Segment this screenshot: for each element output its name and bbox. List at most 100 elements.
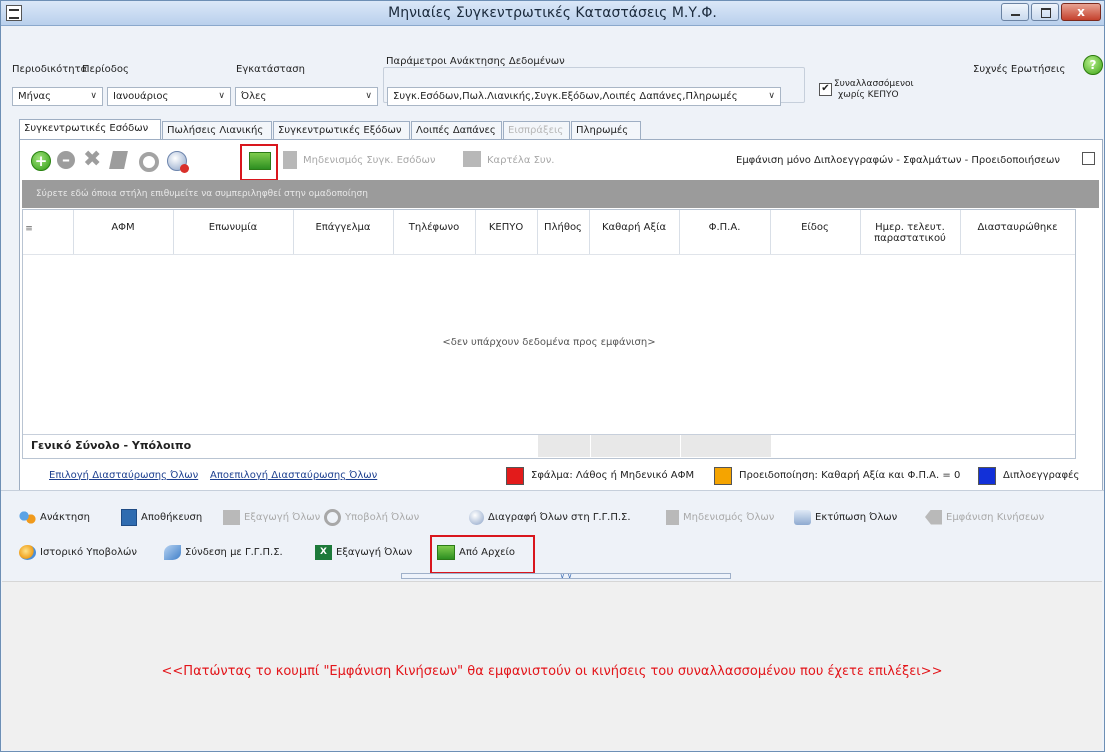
close-button[interactable]: x	[1061, 3, 1101, 21]
card-button: Καρτέλα Συν.	[487, 155, 555, 166]
retrieve-label: Ανάκτηση	[40, 512, 90, 523]
group-drop-area[interactable]: Σύρετε εδώ όποια στήλη επιθυμείτε να συμ…	[22, 180, 1099, 208]
column-net-value[interactable]: Καθαρή Αξία	[589, 222, 679, 233]
installation-label: Εγκατάσταση	[236, 64, 305, 75]
movements-panel: <<Πατώντας το κουμπί "Εμφάνιση Κινήσεων"…	[2, 581, 1102, 750]
column-phone[interactable]: Τηλέφωνο	[393, 222, 475, 233]
column-vat[interactable]: Φ.Π.Α.	[679, 222, 770, 233]
zero-icon	[283, 151, 297, 169]
params-select[interactable]: Συγκ.Εσόδων,Πωλ.Λιανικής,Συγκ.Εξόδων,Λοι…	[387, 87, 781, 106]
submit-all-button: Υποβολή Όλων	[324, 508, 419, 528]
tab-retail-sales[interactable]: Πωλήσεις Λιανικής	[162, 121, 272, 139]
retrieve-icon	[19, 509, 36, 525]
no-kepyo-label-1: Συναλλασσόμενοι	[834, 79, 914, 89]
tab-receipts: Εισπράξεις	[503, 121, 570, 139]
delete-all-button[interactable]: Διαγραφή Όλων στη Γ.Γ.Π.Σ.	[469, 508, 631, 528]
maximize-icon	[1041, 8, 1051, 18]
column-name[interactable]: Επωνυμία	[173, 222, 293, 233]
excel-icon: X	[315, 544, 332, 560]
user-delete-icon	[469, 509, 484, 525]
refresh-icon	[139, 152, 159, 172]
chevron-down-icon: ∨	[90, 91, 97, 101]
main-window: Μηνιαίες Συγκεντρωτικές Καταστάσεις Μ.Υ.…	[0, 0, 1105, 752]
zero-income-button: Μηδενισμός Συγκ. Εσόδων	[303, 155, 436, 166]
minimize-icon	[1011, 14, 1020, 16]
print-all-button[interactable]: Εκτύπωση Όλων	[794, 508, 897, 528]
params-value: Συγκ.Εσόδων,Πωλ.Λιανικής,Συγκ.Εξόδων,Λοι…	[393, 91, 738, 102]
export-all-label: Εξαγωγή Όλων	[244, 512, 321, 523]
column-type[interactable]: Είδος	[770, 222, 860, 233]
chevron-down-icon: ∨	[218, 91, 225, 101]
data-grid: ≡ ΑΦΜ Επωνυμία Επάγγελμα Τηλέφωνο ΚΕΠΥΟ …	[22, 209, 1076, 459]
print-all-label: Εκτύπωση Όλων	[815, 512, 898, 523]
submit-icon	[324, 508, 341, 526]
period-select[interactable]: Ιανουάριος ∨	[107, 87, 231, 106]
column-kepyo[interactable]: ΚΕΠΥΟ	[475, 222, 537, 233]
export-all-button: Εξαγωγή Όλων	[223, 508, 320, 528]
periodicity-label: Περιοδικότητα	[12, 64, 88, 75]
history-label: Ιστορικό Υποβολών	[40, 547, 137, 558]
section-divider	[1, 490, 1104, 491]
select-all-crosscheck-link[interactable]: Επιλογή Διασταύρωσης Όλων	[49, 470, 198, 481]
empty-grid-message: <δεν υπάρχουν δεδομένα προς εμφάνιση>	[442, 337, 656, 348]
column-crosschecked[interactable]: Διασταυρώθηκε	[960, 222, 1075, 233]
column-chooser-icon[interactable]: ≡	[24, 224, 34, 234]
column-last-date-line1: Ημερ. τελευτ.	[875, 222, 945, 233]
delete-all-label: Διαγραφή Όλων στη Γ.Γ.Π.Σ.	[488, 512, 631, 523]
minimize-button[interactable]	[1001, 3, 1029, 21]
legend-warning-label: Προειδοποίηση: Καθαρή Αξία και Φ.Π.Α. = …	[739, 470, 961, 481]
submit-all-label: Υποβολή Όλων	[345, 512, 420, 523]
period-label: Περίοδος	[82, 64, 129, 75]
export-icon	[223, 509, 240, 525]
tab-payments[interactable]: Πληρωμές	[571, 121, 641, 139]
save-button[interactable]: Αποθήκευση	[121, 508, 202, 528]
column-profession[interactable]: Επάγγελμα	[293, 222, 393, 233]
show-movements-label: Εμφάνιση Κινήσεων	[946, 512, 1045, 523]
periodicity-select[interactable]: Μήνας ∨	[12, 87, 103, 106]
legend-warning-swatch	[714, 467, 732, 485]
tab-expense-summary[interactable]: Συγκεντρωτικές Εξόδων	[273, 121, 410, 139]
no-kepyo-checkbox[interactable]: ✔	[819, 83, 832, 96]
installation-select[interactable]: Όλες ∨	[235, 87, 378, 106]
delete-badge-icon	[180, 164, 189, 173]
grand-total-label: Γενικό Σύνολο - Υπόλοιπο	[31, 439, 192, 452]
history-icon	[19, 544, 36, 560]
show-movements-button: Εμφάνιση Κινήσεων	[925, 508, 1044, 528]
title-bar: Μηνιαίες Συγκεντρωτικές Καταστάσεις Μ.Υ.…	[1, 1, 1104, 26]
installation-value: Όλες	[241, 91, 267, 102]
column-count[interactable]: Πλήθος	[537, 222, 589, 233]
legend-duplicates-swatch	[978, 467, 996, 485]
column-last-date-line2: παραστατικού	[874, 233, 946, 244]
delete-icon: ✖	[83, 147, 102, 172]
show-only-checkbox[interactable]	[1082, 152, 1095, 165]
connect-label: Σύνδεση με Γ.Γ.Π.Σ.	[185, 547, 283, 558]
history-button[interactable]: Ιστορικό Υποβολών	[19, 543, 137, 563]
faq-label: Συχνές Ερωτήσεις	[973, 64, 1066, 75]
user-delete-icon[interactable]	[167, 151, 189, 173]
show-only-label: Εμφάνιση μόνο Διπλοεγγραφών - Σφαλμάτων …	[736, 155, 1060, 166]
add-icon[interactable]: +	[31, 151, 51, 171]
retrieve-button[interactable]: Ανάκτηση	[19, 508, 90, 528]
legend-error-label: Σφάλμα: Λάθος ή Μηδενικό ΑΦΜ	[531, 470, 695, 481]
legend-error-swatch	[506, 467, 524, 485]
excel-export-button[interactable]: X Εξαγωγή Όλων	[315, 543, 412, 563]
connect-button[interactable]: Σύνδεση με Γ.Γ.Π.Σ.	[164, 543, 283, 563]
chevron-down-icon: ∨	[365, 91, 372, 101]
save-icon	[121, 508, 137, 526]
window-title: Μηνιαίες Συγκεντρωτικές Καταστάσεις Μ.Υ.…	[388, 5, 717, 21]
arrow-icon	[925, 509, 942, 525]
column-last-date[interactable]: Ημερ. τελευτ. παραστατικού	[860, 222, 960, 244]
excel-export-label: Εξαγωγή Όλων	[336, 547, 413, 558]
save-label: Αποθήκευση	[141, 512, 203, 523]
maximize-button[interactable]	[1031, 3, 1059, 21]
tab-income-summary[interactable]: Συγκεντρωτικές Εσόδων	[19, 119, 161, 140]
legend-duplicates-label: Διπλοεγγραφές	[1003, 470, 1080, 481]
grid-footer: Γενικό Σύνολο - Υπόλοιπο	[23, 434, 1075, 457]
deselect-all-crosscheck-link[interactable]: Αποεπιλογή Διασταύρωσης Όλων	[210, 470, 377, 481]
printer-icon	[794, 509, 811, 525]
panel-splitter[interactable]: ∨ ∨	[401, 573, 731, 580]
tab-other-expenses[interactable]: Λοιπές Δαπάνες	[411, 121, 502, 139]
help-icon[interactable]: ?	[1083, 55, 1103, 75]
column-afm[interactable]: ΑΦΜ	[73, 222, 173, 233]
params-label: Παράμετροι Ανάκτησης Δεδομένων	[386, 56, 565, 67]
